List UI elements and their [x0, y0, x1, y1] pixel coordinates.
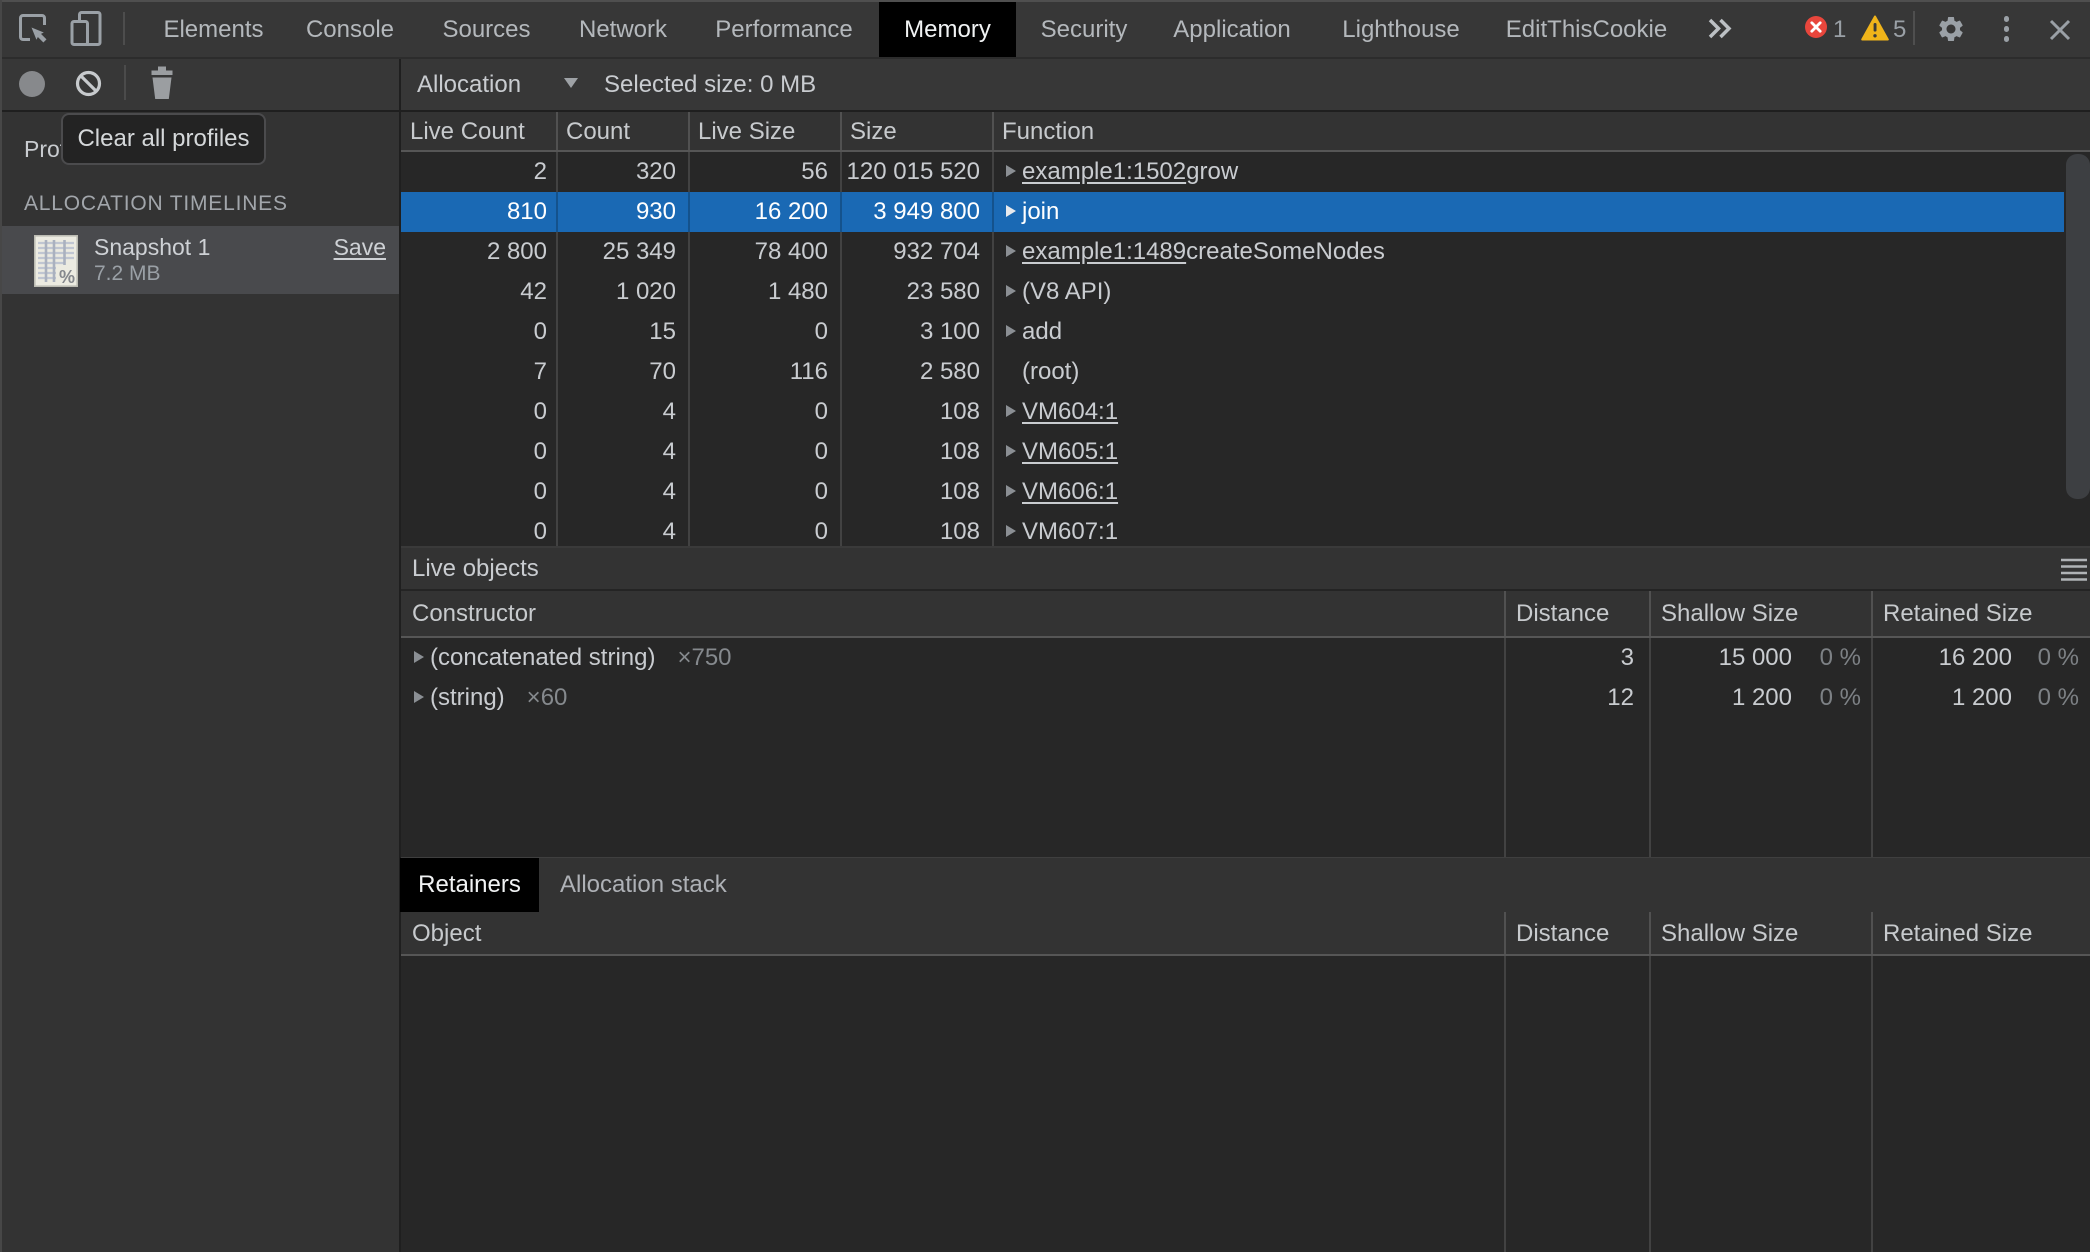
svg-text:%: %	[59, 267, 75, 287]
